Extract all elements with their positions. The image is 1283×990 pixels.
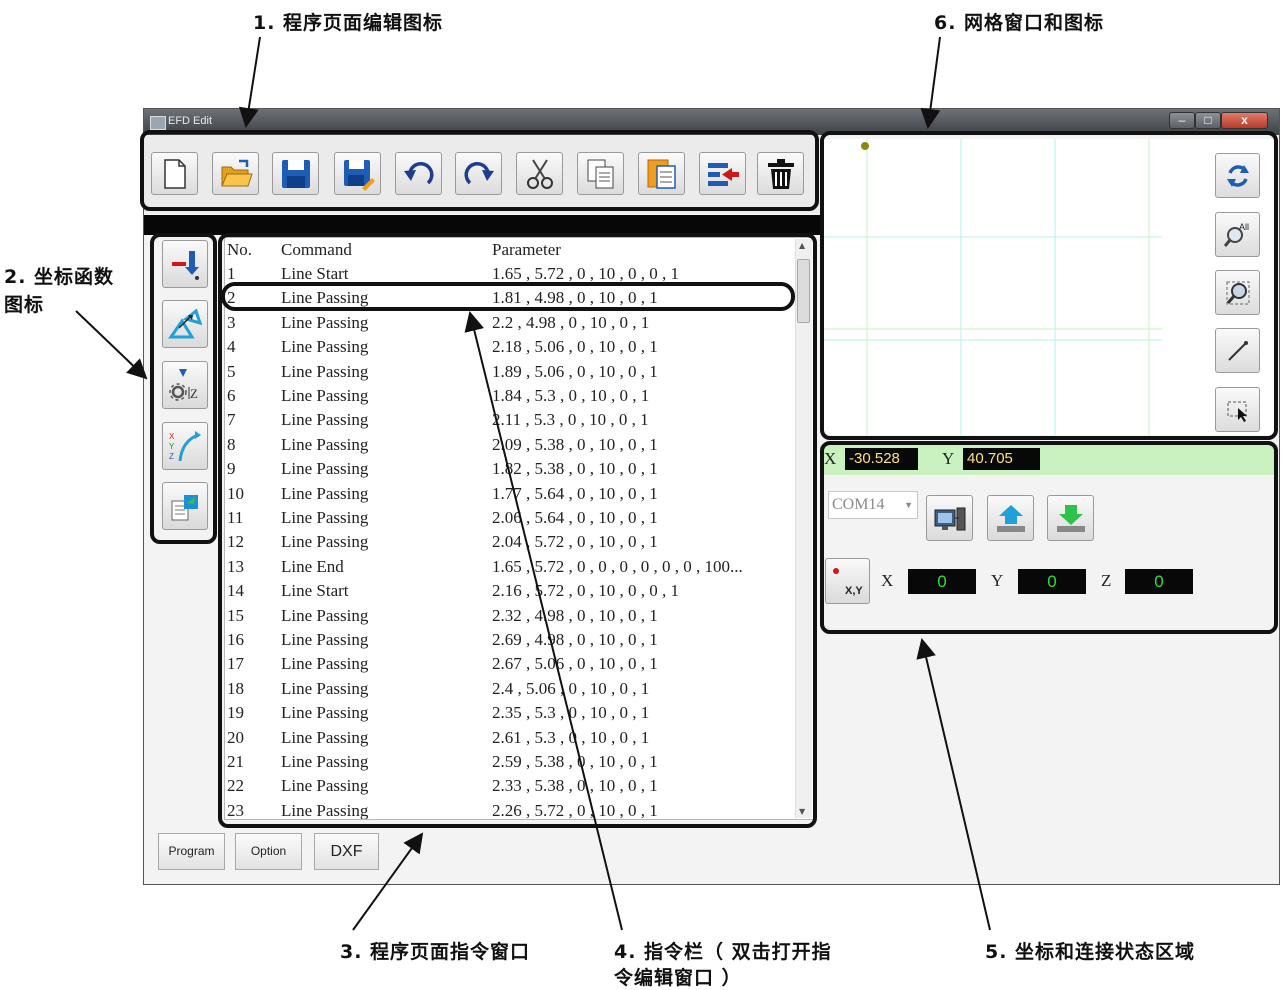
leader-lines [75,36,991,931]
